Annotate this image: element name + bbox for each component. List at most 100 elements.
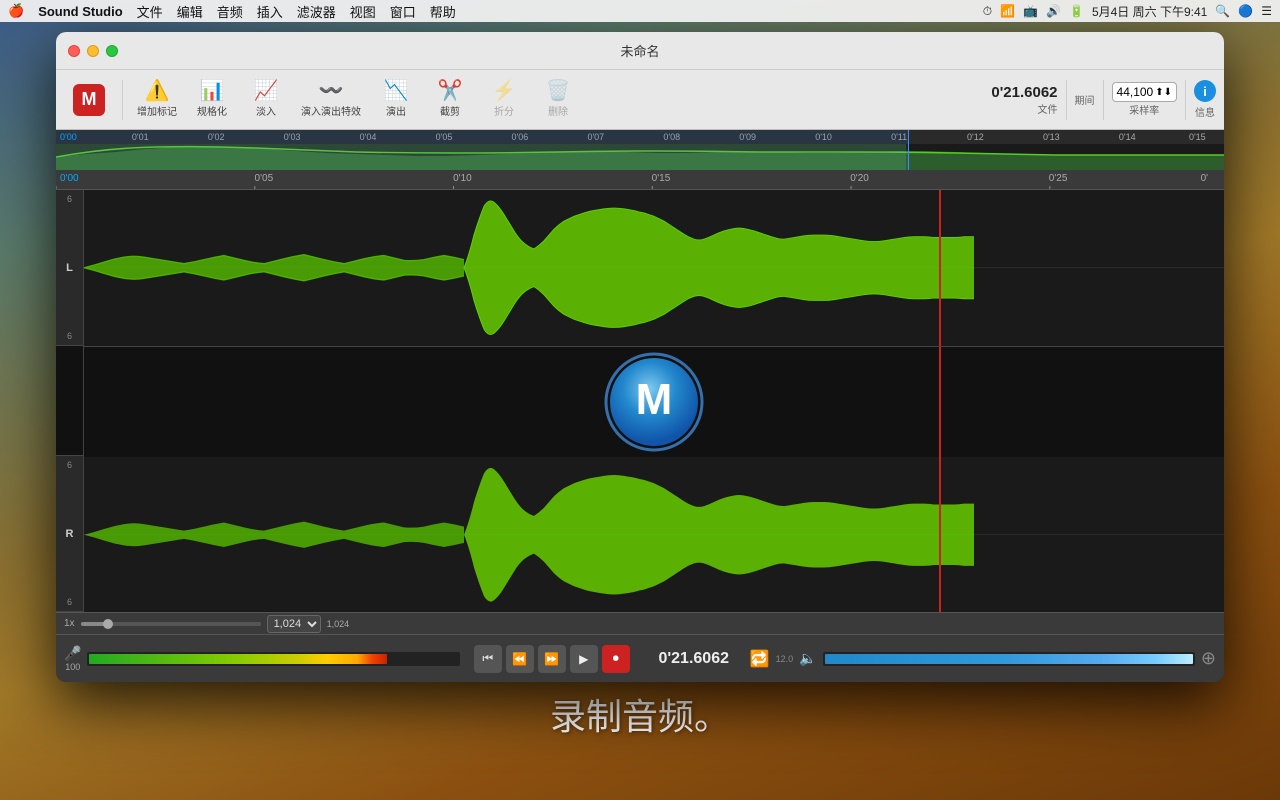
transport-bar: 🎤 100 ⏮ ⏪ ⏩ ▶ ⏺ 0'21.6062 bbox=[56, 634, 1224, 682]
menubar: 🍎 Sound Studio 文件 编辑 音频 插入 滤波器 视图 窗口 帮助 … bbox=[0, 0, 1280, 22]
r-channel-name: R bbox=[66, 528, 74, 540]
skip-to-start-button[interactable]: ⏮ bbox=[474, 645, 502, 673]
app-name[interactable]: Sound Studio bbox=[38, 4, 122, 19]
buffer-size-select[interactable]: 1,024 bbox=[267, 615, 321, 633]
fade-in-out-button[interactable]: 〰️ 演入演出特效 bbox=[295, 77, 367, 122]
fade-in-out-label: 演入演出特效 bbox=[301, 103, 361, 118]
split-button[interactable]: ⚡ 折分 bbox=[479, 77, 529, 122]
record-toolbar-button[interactable]: M bbox=[64, 80, 114, 120]
l-track-playhead bbox=[939, 190, 941, 346]
r-track[interactable] bbox=[84, 457, 1224, 613]
zoom-slider-handle[interactable] bbox=[103, 619, 113, 629]
l-waveform bbox=[84, 190, 1224, 346]
menu-insert[interactable]: 插入 bbox=[257, 2, 283, 21]
info-label: 信息 bbox=[1195, 104, 1215, 119]
mid-label-section bbox=[56, 346, 83, 456]
menu-file[interactable]: 文件 bbox=[137, 2, 163, 21]
menu-audio[interactable]: 音频 bbox=[217, 2, 243, 21]
file-time-box: 0'21.6062 文件 bbox=[991, 84, 1057, 116]
time-machine-icon: ⏱ bbox=[983, 4, 992, 19]
menu-window[interactable]: 窗口 bbox=[390, 2, 416, 21]
add-to-end-button[interactable]: ⊕ bbox=[1201, 648, 1216, 669]
output-level-fill bbox=[825, 654, 1193, 664]
record-button[interactable]: ⏺ bbox=[602, 645, 630, 673]
control-center-icon[interactable]: ☰ bbox=[1261, 4, 1272, 18]
add-marker-label: 增加标记 bbox=[137, 103, 177, 118]
l-channel-name: L bbox=[66, 262, 73, 274]
siri-icon[interactable]: 🔵 bbox=[1238, 4, 1253, 18]
zoom-slider-track[interactable] bbox=[81, 622, 261, 626]
input-level-meter bbox=[87, 652, 459, 666]
mid-playhead bbox=[939, 347, 941, 457]
minimize-button[interactable] bbox=[87, 45, 99, 57]
r-channel-label-section: 6 R 6 bbox=[56, 456, 83, 612]
crop-icon: ✂️ bbox=[438, 81, 463, 101]
transport-controls: ⏮ ⏪ ⏩ ▶ ⏺ bbox=[474, 645, 630, 673]
fade-out-label: 演出 bbox=[386, 103, 406, 118]
l-bottom-marker: 6 bbox=[67, 331, 72, 341]
transport-time: 0'21.6062 bbox=[644, 650, 744, 668]
normalize-label: 规格化 bbox=[197, 103, 227, 118]
fade-out-button[interactable]: 📉 演出 bbox=[371, 77, 421, 122]
repeat-button[interactable]: 🔁 bbox=[750, 649, 770, 669]
overview-time-12: 0'12 bbox=[967, 132, 984, 142]
r-top-marker: 6 bbox=[67, 460, 72, 470]
add-marker-button[interactable]: ⚠️ 增加标记 bbox=[131, 77, 183, 122]
app-logo: M bbox=[604, 352, 704, 452]
fast-forward-button[interactable]: ⏩ bbox=[538, 645, 566, 673]
period-label: 期间 bbox=[1075, 92, 1095, 107]
fade-in-out-icon: 〰️ bbox=[319, 81, 344, 101]
info-button[interactable]: i bbox=[1194, 80, 1216, 102]
delete-label: 删除 bbox=[548, 103, 568, 118]
search-icon[interactable]: 🔍 bbox=[1215, 4, 1230, 18]
play-button[interactable]: ▶ bbox=[570, 645, 598, 673]
period-box: 期间 bbox=[1075, 92, 1095, 107]
rewind-icon: ⏪ bbox=[512, 652, 527, 666]
overview-time-15: 0'15 bbox=[1189, 132, 1206, 142]
left-labels: 6 L 6 6 R 6 bbox=[56, 190, 84, 612]
volume-left-marker: 12.0 bbox=[776, 654, 794, 664]
rewind-button[interactable]: ⏪ bbox=[506, 645, 534, 673]
overview-bar[interactable]: 0'00 0'01 0'02 0'03 0'04 0'05 0'06 0'07 … bbox=[56, 130, 1224, 170]
normalize-button[interactable]: 📊 规格化 bbox=[187, 77, 237, 122]
overview-selection bbox=[56, 130, 909, 170]
toolbar-separator-3 bbox=[1103, 80, 1104, 120]
toolbar-separator-4 bbox=[1185, 80, 1186, 120]
delete-button[interactable]: 🗑️ 删除 bbox=[533, 77, 583, 122]
fullscreen-button[interactable] bbox=[106, 45, 118, 57]
skip-start-icon: ⏮ bbox=[482, 651, 493, 666]
record-icon: ⏺ bbox=[613, 651, 619, 666]
menubar-right: ⏱ 📶 📺 🔊 🔋 5月4日 周六 下午9:41 🔍 🔵 ☰ bbox=[983, 3, 1272, 20]
close-button[interactable] bbox=[68, 45, 80, 57]
l-channel-label-section: 6 L 6 bbox=[56, 190, 83, 346]
wifi-icon: 📶 bbox=[1000, 4, 1015, 18]
speaker-icon: 🔈 bbox=[799, 650, 816, 667]
menu-edit[interactable]: 编辑 bbox=[177, 2, 203, 21]
menu-help[interactable]: 帮助 bbox=[430, 2, 456, 21]
fade-in-button[interactable]: 📈 淡入 bbox=[241, 77, 291, 122]
toolbar-separator-1 bbox=[122, 80, 123, 120]
menu-filter[interactable]: 滤波器 bbox=[297, 2, 336, 21]
mic-level-label: 100 bbox=[65, 662, 80, 672]
main-editor: 0'00 0'05 0'10 0'15 0'20 0'25 0' bbox=[56, 170, 1224, 612]
mid-area: M bbox=[84, 347, 1224, 457]
mic-section: 🎤 100 bbox=[64, 645, 81, 672]
play-icon: ▶ bbox=[579, 652, 588, 666]
waveform-area[interactable]: M bbox=[84, 190, 1224, 612]
apple-menu[interactable]: 🍎 bbox=[8, 3, 24, 19]
traffic-lights bbox=[68, 45, 118, 57]
sample-rate-arrows[interactable]: ⬆⬇ bbox=[1155, 87, 1172, 98]
menu-view[interactable]: 视图 bbox=[350, 2, 376, 21]
sample-rate-control[interactable]: 44,100 ⬆⬇ bbox=[1112, 82, 1177, 102]
r-track-playhead bbox=[939, 457, 941, 613]
file-time: 0'21.6062 bbox=[991, 84, 1057, 101]
buffer-size-label: 1,024 bbox=[327, 619, 350, 629]
sample-rate-box: 44,100 ⬆⬇ 采样率 bbox=[1112, 82, 1177, 117]
l-track[interactable] bbox=[84, 190, 1224, 347]
subtitle-text: 录制音频。 bbox=[0, 688, 1280, 740]
crop-button[interactable]: ✂️ 截剪 bbox=[425, 77, 475, 122]
l-top-marker: 6 bbox=[67, 194, 72, 204]
normalize-icon: 📊 bbox=[200, 81, 225, 101]
sample-rate-label: 采样率 bbox=[1129, 102, 1159, 117]
mic-icon: 🎤 bbox=[64, 645, 81, 662]
